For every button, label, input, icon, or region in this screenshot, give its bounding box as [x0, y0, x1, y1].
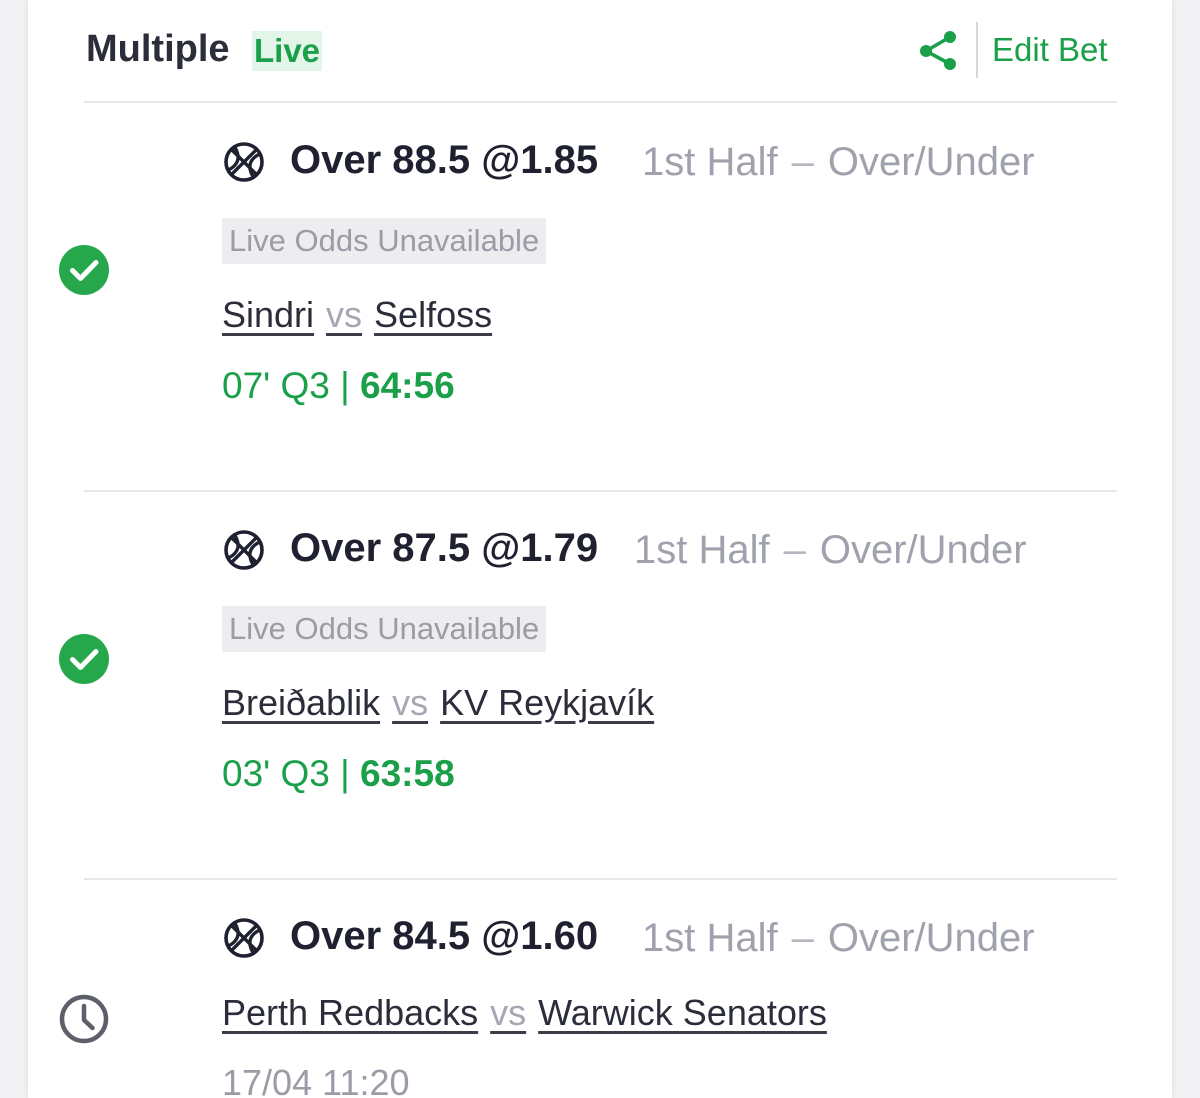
check-circle-icon: [58, 633, 110, 685]
clock-icon: [58, 993, 110, 1045]
market-period: 1st Half: [642, 140, 778, 184]
header-divider: [976, 22, 978, 78]
market-dash: –: [791, 916, 814, 960]
market-type: Over/Under: [827, 140, 1035, 184]
live-score: 64:56: [360, 365, 455, 406]
basketball-icon: [224, 530, 264, 570]
market-type: Over/Under: [827, 916, 1035, 960]
selection-pick: Over 88.5 @1.85: [290, 138, 599, 182]
event-link[interactable]: Perth Redbacks vs Warwick Senators: [222, 992, 827, 1034]
live-odds-unavailable-badge: Live Odds Unavailable: [222, 606, 547, 652]
selection-item: Over 88.5 @1.85 1st Half – Over/Under Live…: [28, 102, 1172, 490]
selection-pick: Over 87.5 @1.79: [290, 526, 599, 570]
event-link[interactable]: Breiðablik vs KV Reykjavík: [222, 682, 654, 724]
selection-item: Over 84.5 @1.60 1st Half – Over/Under Pert…: [28, 878, 1172, 1098]
live-odds-unavailable-badge: Live Odds Unavailable: [222, 218, 547, 264]
market-dash: –: [783, 528, 806, 572]
bet-header: Multiple Live Edit Bet: [28, 0, 1172, 102]
bet-type-title: Multiple: [86, 28, 230, 70]
vs-label: vs: [326, 294, 363, 335]
market-period: 1st Half: [634, 528, 770, 572]
match-time: 03' Q3 |: [222, 753, 350, 794]
selection-pick: Over 84.5 @1.60: [290, 914, 599, 958]
bet-slip-screen: Multiple Live Edit Bet Over 88.5 @1.85 1…: [0, 0, 1200, 1098]
live-clock: 07' Q3 | 64:56: [222, 365, 455, 407]
kickoff-time: 17/04 11:20: [222, 1062, 410, 1098]
live-score: 63:58: [360, 753, 455, 794]
selection-item: Over 87.5 @1.79 1st Half – Over/Under Live…: [28, 490, 1172, 878]
vs-label: vs: [490, 992, 527, 1033]
market-dash: –: [791, 140, 814, 184]
home-team: Perth Redbacks: [222, 992, 479, 1033]
market-period: 1st Half: [642, 916, 778, 960]
edit-bet-button[interactable]: Edit Bet: [992, 31, 1108, 69]
market-label: 1st Half – Over/Under: [642, 916, 1035, 961]
multiple-bet-card: Multiple Live Edit Bet Over 88.5 @1.85 1…: [28, 0, 1172, 1098]
basketball-icon: [224, 918, 264, 958]
market-label: 1st Half – Over/Under: [642, 140, 1035, 185]
live-clock: 03' Q3 | 63:58: [222, 753, 455, 795]
match-time: 07' Q3 |: [222, 365, 350, 406]
home-team: Breiðablik: [222, 682, 381, 723]
away-team: KV Reykjavík: [440, 682, 655, 723]
market-type: Over/Under: [819, 528, 1027, 572]
away-team: Selfoss: [374, 294, 493, 335]
live-badge: Live: [252, 31, 323, 71]
check-circle-icon: [58, 244, 110, 296]
market-label: 1st Half – Over/Under: [634, 528, 1027, 573]
event-link[interactable]: Sindri vs Selfoss: [222, 294, 492, 336]
away-team: Warwick Senators: [538, 992, 827, 1033]
vs-label: vs: [392, 682, 429, 723]
home-team: Sindri: [222, 294, 315, 335]
basketball-icon: [224, 142, 264, 182]
share-icon[interactable]: [916, 28, 960, 72]
